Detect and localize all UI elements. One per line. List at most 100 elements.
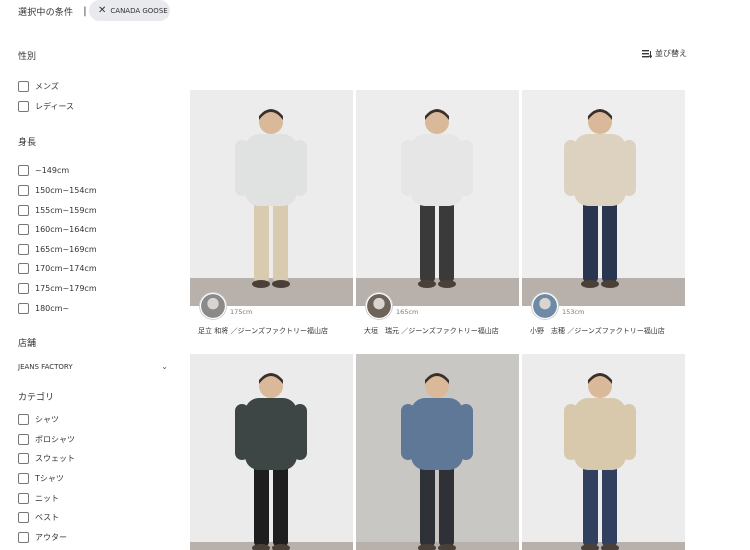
- model-arm-left: [401, 404, 415, 460]
- checkbox[interactable]: [18, 263, 29, 275]
- model-figure: [564, 109, 636, 288]
- height-section-title: 身長: [18, 138, 37, 149]
- coordinate-photo[interactable]: [522, 90, 685, 306]
- category-option[interactable]: ポロシャツ: [18, 430, 173, 450]
- model-height: 165cm: [396, 308, 419, 316]
- model-shoe-right: [272, 280, 290, 288]
- staff-name[interactable]: 足立 和将 ／ジーンズファクトリー福山店: [198, 326, 328, 336]
- height-option[interactable]: 180cm~: [18, 298, 173, 318]
- checkbox[interactable]: [18, 81, 29, 93]
- coordinate-photo[interactable]: [522, 354, 685, 550]
- coordinate-card[interactable]: [522, 354, 685, 550]
- avatar-image: [201, 294, 225, 318]
- category-option[interactable]: シャツ: [18, 410, 173, 430]
- category-option[interactable]: ベスト: [18, 508, 173, 528]
- option-label: Tシャツ: [35, 474, 64, 484]
- checkbox[interactable]: [18, 204, 29, 216]
- model-arm-right: [459, 140, 473, 196]
- filter-chip-label: CANADA GOOSE: [110, 6, 168, 15]
- coordinate-card[interactable]: 153cm 小野 志穂 ／ジーンズファクトリー福山店: [522, 90, 685, 335]
- height-option[interactable]: ~149cm: [18, 161, 173, 181]
- model-leg-right: [439, 198, 454, 282]
- model-leg-left: [420, 198, 435, 282]
- model-arm-left: [564, 140, 578, 196]
- option-label: 175cm~179cm: [35, 284, 97, 294]
- category-option[interactable]: アウター: [18, 528, 173, 548]
- option-label: 165cm~169cm: [35, 244, 97, 254]
- option-label: ベスト: [35, 513, 60, 523]
- model-arm-right: [293, 404, 307, 460]
- model-jacket: [574, 398, 626, 470]
- coordinate-card[interactable]: [190, 354, 353, 550]
- model-jacket: [574, 134, 626, 206]
- close-icon[interactable]: ✕: [98, 5, 106, 16]
- height-option[interactable]: 155cm~159cm: [18, 200, 173, 220]
- checkbox[interactable]: [18, 283, 29, 295]
- model-height: 175cm: [230, 308, 253, 316]
- category-section-title: カテゴリ: [18, 392, 55, 403]
- gender-option-women[interactable]: レディース: [18, 97, 173, 117]
- option-label: 170cm~174cm: [35, 264, 97, 274]
- model-leg-left: [254, 462, 269, 546]
- option-label: シャツ: [35, 415, 59, 425]
- checkbox[interactable]: [18, 224, 29, 236]
- staff-name[interactable]: 小野 志穂 ／ジーンズファクトリー福山店: [530, 326, 665, 336]
- model-height: 153cm: [562, 308, 585, 316]
- gender-option-men[interactable]: メンズ: [18, 77, 173, 97]
- model-leg-right: [439, 462, 454, 546]
- store-select[interactable]: JEANS FACTORY ⌄: [18, 360, 168, 374]
- option-label: スウェット: [35, 454, 75, 464]
- checkbox[interactable]: [18, 243, 29, 255]
- coordinate-card[interactable]: 165cm 大垣 瑞元 ／ジーンズファクトリー福山店: [356, 90, 519, 335]
- checkbox[interactable]: [18, 433, 29, 445]
- checkbox[interactable]: [18, 473, 29, 485]
- checkbox[interactable]: [18, 453, 29, 465]
- coordinate-card[interactable]: 175cm 足立 和将 ／ジーンズファクトリー福山店: [190, 90, 353, 335]
- model-arm-right: [459, 404, 473, 460]
- height-option[interactable]: 150cm~154cm: [18, 181, 173, 201]
- checkbox[interactable]: [18, 414, 29, 426]
- checkbox[interactable]: [18, 165, 29, 177]
- height-option[interactable]: 160cm~164cm: [18, 220, 173, 240]
- model-figure: [564, 373, 636, 550]
- checkbox[interactable]: [18, 185, 29, 197]
- checkbox[interactable]: [18, 492, 29, 504]
- model-arm-right: [622, 140, 636, 196]
- gender-section-title: 性別: [18, 52, 37, 62]
- category-option[interactable]: スウェット: [18, 449, 173, 469]
- option-label: 160cm~164cm: [35, 225, 97, 235]
- height-option[interactable]: 165cm~169cm: [18, 240, 173, 260]
- avatar[interactable]: [366, 293, 392, 319]
- coordinate-photo[interactable]: [190, 354, 353, 550]
- height-option[interactable]: 175cm~179cm: [18, 279, 173, 299]
- coordinate-photo[interactable]: [356, 354, 519, 550]
- coordinate-photo[interactable]: [190, 90, 353, 306]
- avatar[interactable]: [200, 293, 226, 319]
- filter-chip-brand[interactable]: ✕ CANADA GOOSE: [89, 0, 170, 21]
- checkbox[interactable]: [18, 302, 29, 314]
- staff-name[interactable]: 大垣 瑞元 ／ジーンズファクトリー福山店: [364, 326, 499, 336]
- model-jacket: [411, 398, 463, 470]
- checkbox[interactable]: [18, 512, 29, 524]
- sort-button[interactable]: 並び替え: [642, 48, 687, 59]
- model-leg-right: [602, 462, 617, 546]
- model-shoe-left: [418, 280, 436, 288]
- category-option[interactable]: Tシャツ: [18, 469, 173, 489]
- checkbox[interactable]: [18, 531, 29, 543]
- coordinate-photo[interactable]: [356, 90, 519, 306]
- option-label: ~149cm: [35, 166, 70, 176]
- model-arm-left: [235, 140, 249, 196]
- coordinate-card[interactable]: [356, 354, 519, 550]
- model-jacket: [245, 398, 297, 470]
- sort-label: 並び替え: [655, 49, 687, 58]
- model-leg-left: [254, 198, 269, 282]
- checkbox[interactable]: [18, 100, 29, 112]
- avatar[interactable]: [532, 293, 558, 319]
- model-shoe-left: [252, 280, 270, 288]
- category-option[interactable]: ニット: [18, 488, 173, 508]
- model-leg-left: [420, 462, 435, 546]
- model-shoe-right: [601, 280, 619, 288]
- model-leg-left: [583, 462, 598, 546]
- height-option[interactable]: 170cm~174cm: [18, 259, 173, 279]
- store-section-title: 店舗: [18, 338, 37, 349]
